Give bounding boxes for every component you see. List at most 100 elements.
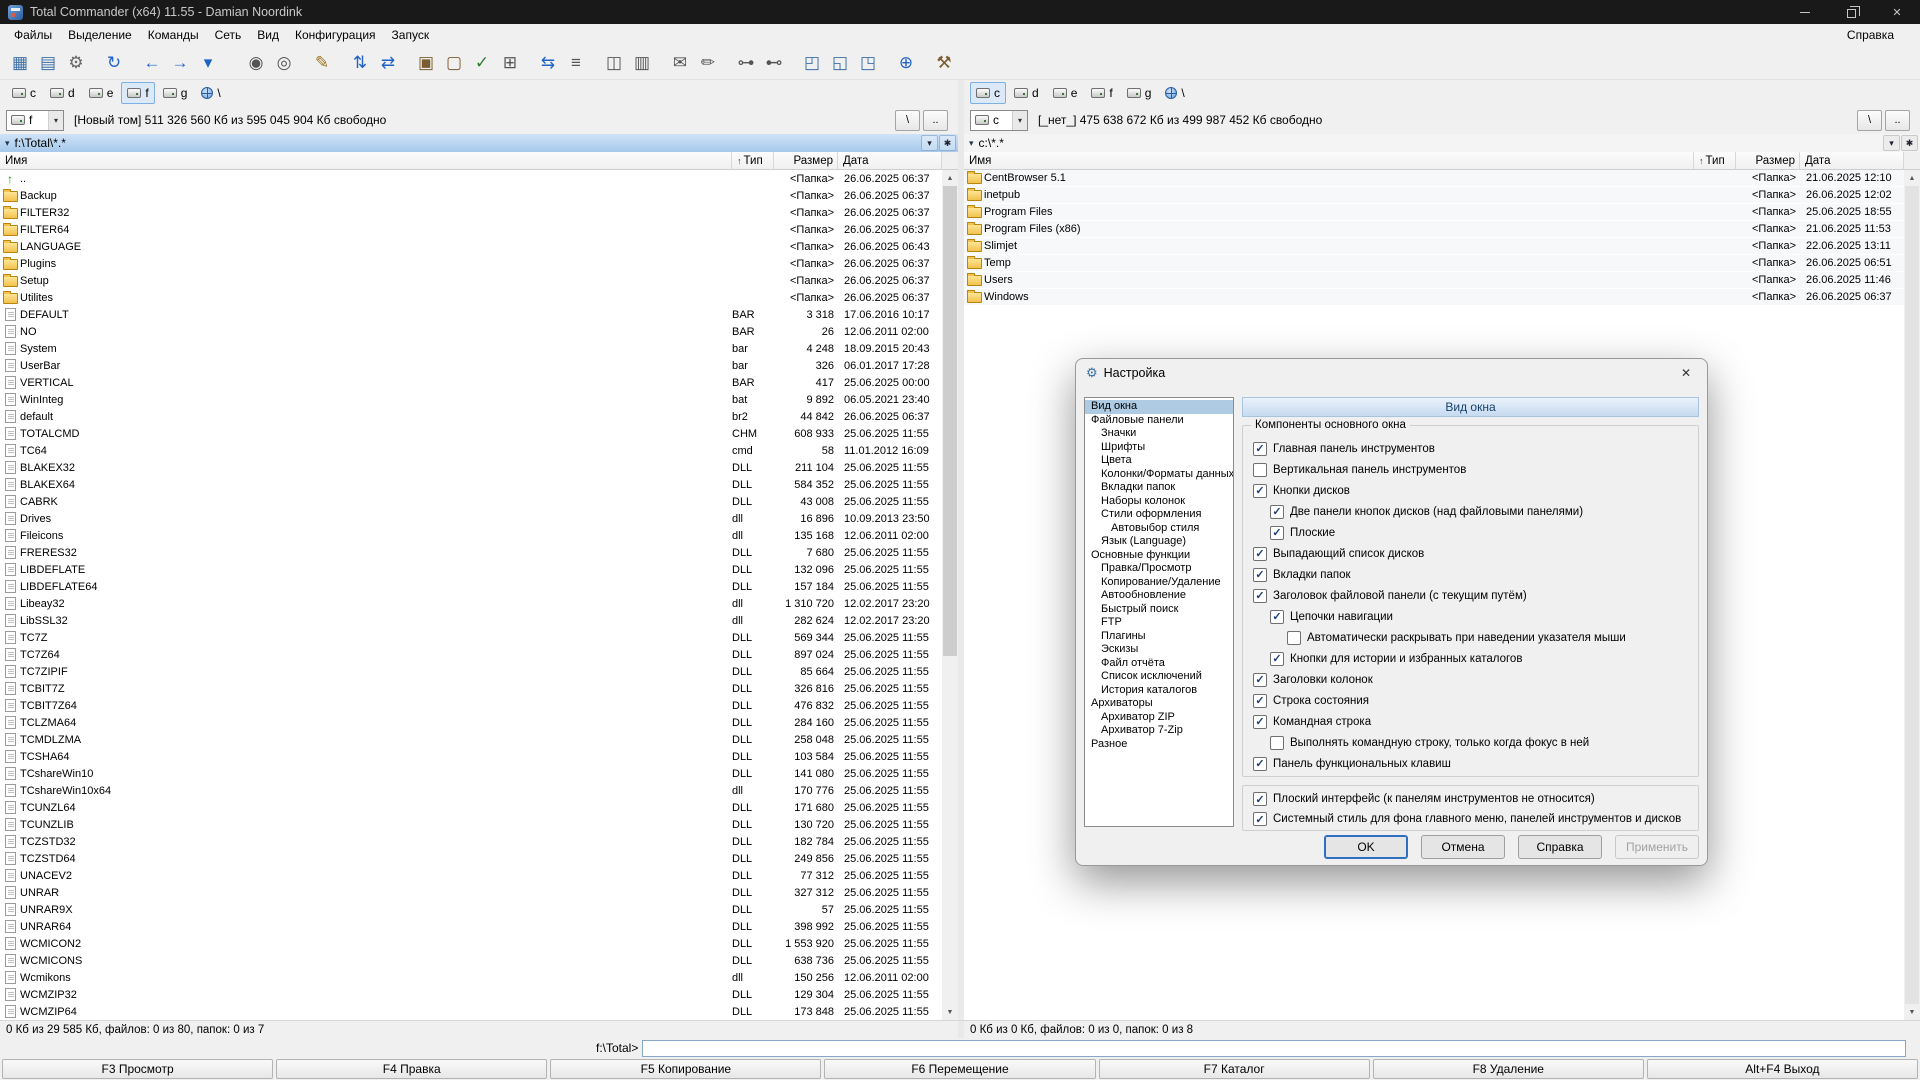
f5-copy-button[interactable]: F5 Копирование [550,1059,821,1079]
net-connect-button[interactable]: ⊶ [732,49,760,77]
file-row[interactable]: TCBIT7ZDLL326 81625.06.2025 11:55 [0,680,942,697]
file-row[interactable]: TCshareWin10x64dll170 77625.06.2025 11:5… [0,782,942,799]
menu-commands[interactable]: Команды [140,26,207,44]
shared-dirs-button[interactable]: ◰ [798,49,826,77]
split-file-button[interactable]: ◫ [600,49,628,77]
checkbox[interactable]: ✓ [1253,757,1267,771]
search-files-button[interactable]: ◎ [270,49,298,77]
file-row[interactable]: UNACEV2DLL77 31225.06.2025 11:55 [0,867,942,884]
f6-move-button[interactable]: F6 Перемещение [824,1059,1095,1079]
checkbox[interactable]: ✓ [1270,652,1284,666]
f4-edit-button[interactable]: F4 Правка [276,1059,547,1079]
settings-tree-item[interactable]: Шрифты [1085,441,1233,455]
checkbox[interactable]: ✓ [1253,589,1267,603]
folder-row[interactable]: Utilites<Папка>26.06.2025 06:37 [0,289,942,306]
maximize-button[interactable] [1828,0,1874,24]
column-header-date[interactable]: Дата [1800,152,1904,170]
settings-tree-item[interactable]: Значки [1085,427,1233,441]
scrollbar-thumb[interactable] [1905,186,1919,1004]
column-header-ext[interactable]: ↑Тип [1694,152,1736,170]
back-button[interactable]: ← [138,49,166,77]
folder-row[interactable]: Users<Папка>26.06.2025 11:46 [964,272,1904,289]
file-row[interactable]: TCMDLZMADLL258 04825.06.2025 11:55 [0,731,942,748]
file-row[interactable]: TCUNZL64DLL171 68025.06.2025 11:55 [0,799,942,816]
chevron-down-icon[interactable]: ▾ [48,111,63,130]
drive-button-d[interactable]: d [1008,82,1045,104]
unpack-button[interactable]: ▢ [440,49,468,77]
column-header-date[interactable]: Дата [838,152,942,170]
file-row[interactable]: TC64cmd5811.01.2012 16:09 [0,442,942,459]
root-dir-button-right[interactable]: \ [1857,110,1882,131]
file-row[interactable]: TC7Z64DLL897 02425.06.2025 11:55 [0,646,942,663]
drive-button-network[interactable]: \ [1159,82,1190,104]
checkbox[interactable] [1287,631,1301,645]
folder-row[interactable]: Program Files<Папка>25.06.2025 18:55 [964,204,1904,221]
new-tab-button[interactable]: ▦ [6,49,34,77]
settings-tree-item[interactable]: Наборы колонок [1085,495,1233,509]
settings-tree-item[interactable]: Архиваторы [1085,697,1233,711]
drive-button-f[interactable]: f [1085,82,1118,104]
drive-button-c[interactable]: c [970,82,1006,104]
settings-tree-item[interactable]: Список исключений [1085,670,1233,684]
f7-mkdir-button[interactable]: F7 Каталог [1099,1059,1370,1079]
file-row[interactable]: TCUNZLIBDLL130 72025.06.2025 11:55 [0,816,942,833]
ftp-url-button[interactable]: ⇄ [374,49,402,77]
folder-row[interactable]: CentBrowser 5.1<Папка>21.06.2025 12:10 [964,170,1904,187]
altf4-exit-button[interactable]: Alt+F4 Выход [1647,1059,1918,1079]
test-archives-button[interactable]: ✓ [468,49,496,77]
file-row[interactable]: WCMZIP32DLL129 30425.06.2025 11:55 [0,986,942,1003]
scrollbar-thumb[interactable] [943,186,957,656]
menu-view[interactable]: Вид [249,26,287,44]
options-button[interactable]: ⚙ [62,49,90,77]
scroll-up-button[interactable]: ▲ [942,170,958,186]
file-row[interactable]: WCMICONSDLL638 73625.06.2025 11:55 [0,952,942,969]
forward-button[interactable]: → [166,49,194,77]
file-row[interactable]: TOTALCMDCHM608 93325.06.2025 11:55 [0,425,942,442]
parent-dir-row[interactable]: ↑..<Папка>26.06.2025 06:37 [0,170,942,187]
scrollbar-track[interactable] [1904,186,1920,1004]
favorites-button-left[interactable]: ✱ [939,135,956,151]
command-line-input[interactable] [642,1040,1906,1057]
file-row[interactable]: Wcmikonsdll150 25612.06.2011 02:00 [0,969,942,986]
settings-tree-item[interactable]: Копирование/Удаление [1085,576,1233,590]
multi-rename-button[interactable]: ⚒ [930,49,958,77]
settings-tree-item[interactable]: Плагины [1085,630,1233,644]
file-row[interactable]: FRERES32DLL7 68025.06.2025 11:55 [0,544,942,561]
settings-tree-item[interactable]: Автовыбор стиля [1085,522,1233,536]
folder-row[interactable]: inetpub<Папка>26.06.2025 12:02 [964,187,1904,204]
scrollbar-left[interactable]: ▲ ▼ [942,170,958,1020]
history-button-left[interactable]: ▾ [921,135,938,151]
close-button[interactable]: ✕ [1874,0,1920,24]
file-row[interactable]: TCZSTD64DLL249 85625.06.2025 11:55 [0,850,942,867]
sync-dirs-button[interactable]: ⇆ [534,49,562,77]
view-mode-button[interactable]: ▤ [34,49,62,77]
file-row[interactable]: WCMICON2DLL1 553 92025.06.2025 11:55 [0,935,942,952]
file-row[interactable]: DEFAULTBAR3 31817.06.2016 10:17 [0,306,942,323]
edit-button[interactable]: ✎ [308,49,336,77]
file-row[interactable]: VERTICALBAR41725.06.2025 00:00 [0,374,942,391]
checkbox[interactable]: ✓ [1253,812,1267,826]
folder-row[interactable]: LANGUAGE<Папка>26.06.2025 06:43 [0,238,942,255]
f8-delete-button[interactable]: F8 Удаление [1373,1059,1644,1079]
checkbox[interactable]: ✓ [1253,792,1267,806]
drive-button-e[interactable]: e [1047,82,1084,104]
settings-tree-item[interactable]: Цвета [1085,454,1233,468]
folder-row[interactable]: FILTER64<Папка>26.06.2025 06:37 [0,221,942,238]
settings-tree-item[interactable]: Основные функции [1085,549,1233,563]
settings-tree-item[interactable]: Правка/Просмотр [1085,562,1233,576]
file-row[interactable]: NOBAR2612.06.2011 02:00 [0,323,942,340]
history-button-right[interactable]: ▾ [1883,135,1900,151]
minimize-button[interactable] [1782,0,1828,24]
settings-tree-item[interactable]: Файл отчёта [1085,657,1233,671]
file-row[interactable]: BLAKEX32DLL211 10425.06.2025 11:55 [0,459,942,476]
net-disconnect-button[interactable]: ⊷ [760,49,788,77]
checkbox[interactable]: ✓ [1253,694,1267,708]
file-row[interactable]: Fileiconsdll135 16812.06.2011 02:00 [0,527,942,544]
file-row[interactable]: LIBDEFLATE64DLL157 18425.06.2025 11:55 [0,578,942,595]
file-row[interactable]: UserBarbar32606.01.2017 17:28 [0,357,942,374]
decode-button[interactable]: ✏ [694,49,722,77]
path-bar-right[interactable]: ▾ c:\*.* ▾ ✱ [964,134,1920,152]
checkbox[interactable] [1253,463,1267,477]
drive-combo-left[interactable]: f ▾ [6,110,64,131]
file-row[interactable]: BLAKEX64DLL584 35225.06.2025 11:55 [0,476,942,493]
